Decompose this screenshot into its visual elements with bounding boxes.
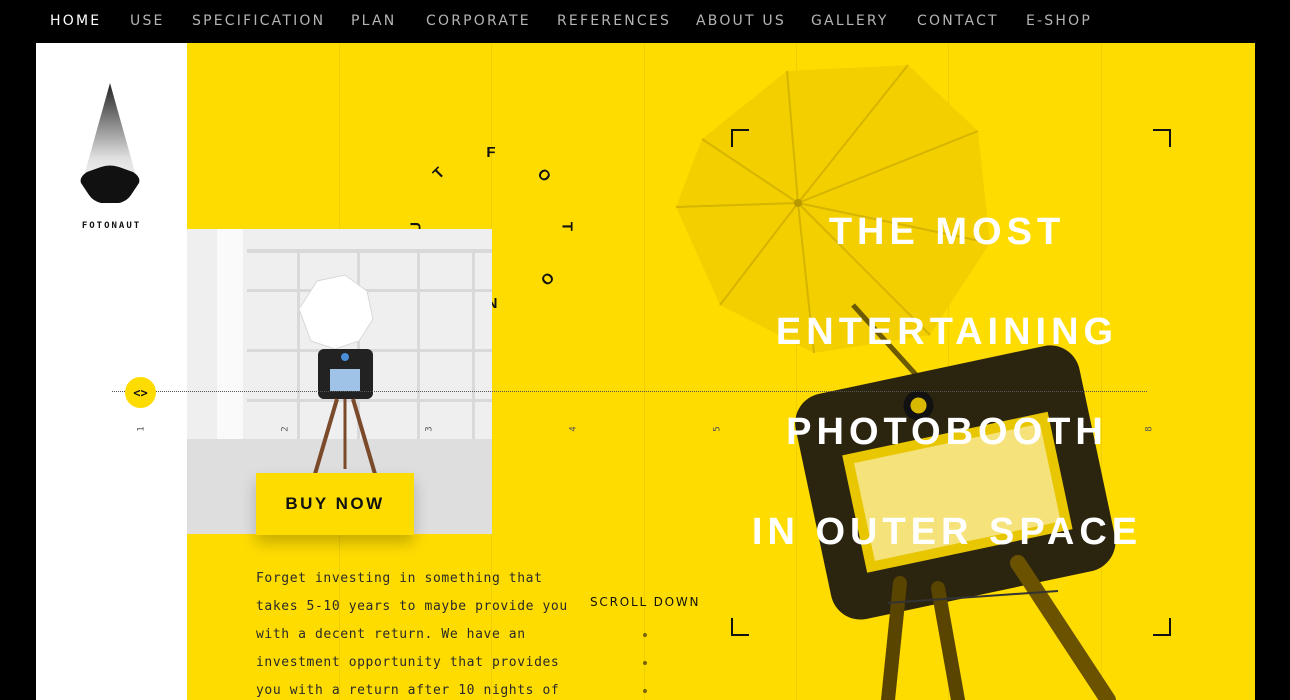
timeline-tick: 1 — [136, 426, 147, 432]
nav-gallery[interactable]: GALLERY — [811, 13, 889, 29]
intro-paragraph: Forget investing in something that takes… — [256, 571, 568, 698]
nav-contact[interactable]: CONTACT — [917, 13, 999, 29]
nav-e-shop[interactable]: E-SHOP — [1026, 13, 1092, 29]
headline-line-1: THE MOST — [828, 211, 1066, 253]
scroll-dot — [643, 633, 647, 637]
circular-letter: T — [558, 221, 576, 232]
scroll-dot — [643, 661, 647, 665]
timeline-tick: 2 — [280, 426, 291, 432]
scroll-dot — [643, 689, 647, 693]
slider-arrows-icon: <> — [133, 385, 148, 400]
top-nav: HOME USE SPECIFICATION PLAN CORPORATE RE… — [0, 0, 1290, 43]
nav-about-us[interactable]: ABOUT US — [696, 13, 786, 29]
hero-section: F O T O N A U T BUY NOW Forget investing — [187, 43, 1255, 700]
timeline-tick: 3 — [424, 426, 435, 432]
circular-letter: O — [536, 268, 558, 289]
headline-line-2: ENTERTAINING — [775, 311, 1119, 353]
circular-letter: O — [533, 165, 555, 186]
brand-name: FOTONAUT — [81, 221, 142, 231]
timeline-slider-knob[interactable]: <> — [125, 377, 156, 408]
timeline-tick: 8 — [1144, 426, 1155, 432]
frame-corner-top-right — [1153, 129, 1171, 147]
scroll-down-link[interactable]: SCROLL DOWN — [590, 595, 700, 609]
timeline-track[interactable] — [112, 391, 1147, 392]
timeline-tick: 5 — [712, 426, 723, 432]
nav-specification[interactable]: SPECIFICATION — [192, 13, 325, 29]
circular-letter: T — [429, 164, 449, 183]
nav-references[interactable]: REFERENCES — [557, 13, 671, 29]
brand-sidebar: FOTONAUT — [36, 43, 187, 700]
timeline-tick: 4 — [568, 426, 579, 432]
nav-home[interactable]: HOME — [50, 13, 101, 29]
nav-corporate[interactable]: CORPORATE — [426, 13, 531, 29]
nav-use[interactable]: USE — [130, 13, 165, 29]
logo-icon[interactable] — [79, 83, 141, 208]
headline-line-3: PHOTOBOOTH — [786, 411, 1108, 453]
circular-letter: F — [486, 144, 496, 161]
buy-now-button[interactable]: BUY NOW — [256, 473, 414, 535]
frame-corner-bottom-right — [1153, 618, 1171, 636]
frame-corner-bottom-left — [731, 618, 749, 636]
headline-line-4: IN OUTER SPACE — [751, 511, 1143, 553]
nav-plan[interactable]: PLAN — [351, 13, 396, 29]
frame-corner-top-left — [731, 129, 749, 147]
